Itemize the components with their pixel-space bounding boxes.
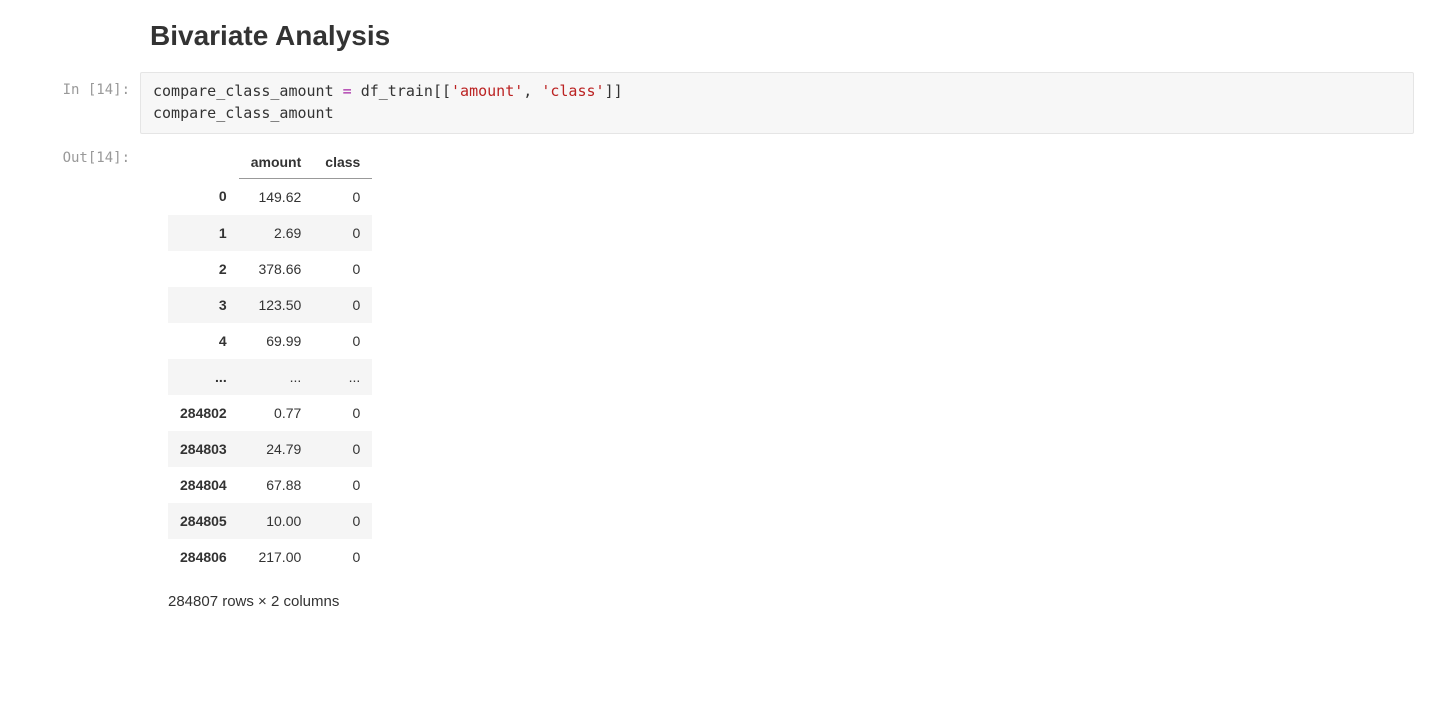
cell-class: 0 bbox=[313, 395, 372, 431]
cell-class: ... bbox=[313, 359, 372, 395]
output-prompt: Out[14]: bbox=[20, 140, 140, 625]
cell-class: 0 bbox=[313, 539, 372, 575]
cell-amount: 378.66 bbox=[239, 251, 314, 287]
table-row: 3 123.50 0 bbox=[168, 287, 372, 323]
row-index: 3 bbox=[168, 287, 239, 323]
input-cell: In [14]: compare_class_amount = df_train… bbox=[20, 72, 1414, 134]
cell-class: 0 bbox=[313, 467, 372, 503]
section-heading: Bivariate Analysis bbox=[150, 20, 1414, 52]
cell-amount: 123.50 bbox=[239, 287, 314, 323]
input-prompt: In [14]: bbox=[20, 72, 140, 134]
notebook: Bivariate Analysis In [14]: compare_clas… bbox=[0, 0, 1434, 651]
dataframe-table: amount class 0 149.62 0 1 2.69 0 bbox=[168, 146, 372, 575]
cell-class: 0 bbox=[313, 251, 372, 287]
table-row-ellipsis: ... ... ... bbox=[168, 359, 372, 395]
table-row: 284804 67.88 0 bbox=[168, 467, 372, 503]
output-cell: Out[14]: amount class 0 149.62 0 bbox=[20, 140, 1414, 625]
table-row: 284803 24.79 0 bbox=[168, 431, 372, 467]
table-row: 1 2.69 0 bbox=[168, 215, 372, 251]
row-index: 284805 bbox=[168, 503, 239, 539]
table-header-class: class bbox=[313, 146, 372, 179]
row-index: 284802 bbox=[168, 395, 239, 431]
code-block: compare_class_amount = df_train[['amount… bbox=[153, 81, 1401, 125]
cell-class: 0 bbox=[313, 431, 372, 467]
cell-amount: 69.99 bbox=[239, 323, 314, 359]
table-row: 2 378.66 0 bbox=[168, 251, 372, 287]
cell-amount: 149.62 bbox=[239, 178, 314, 215]
row-index: 284804 bbox=[168, 467, 239, 503]
cell-amount: 2.69 bbox=[239, 215, 314, 251]
row-index: 1 bbox=[168, 215, 239, 251]
row-index: 0 bbox=[168, 178, 239, 215]
cell-class: 0 bbox=[313, 323, 372, 359]
heading-cell: Bivariate Analysis bbox=[150, 20, 1414, 52]
row-index: 4 bbox=[168, 323, 239, 359]
table-row: 284805 10.00 0 bbox=[168, 503, 372, 539]
table-row: 0 149.62 0 bbox=[168, 178, 372, 215]
cell-amount: 0.77 bbox=[239, 395, 314, 431]
table-row: 284806 217.00 0 bbox=[168, 539, 372, 575]
cell-amount: 24.79 bbox=[239, 431, 314, 467]
cell-amount: ... bbox=[239, 359, 314, 395]
table-row: 4 69.99 0 bbox=[168, 323, 372, 359]
row-index: 284803 bbox=[168, 431, 239, 467]
code-input-area[interactable]: compare_class_amount = df_train[['amount… bbox=[140, 72, 1414, 134]
cell-class: 0 bbox=[313, 215, 372, 251]
table-header-index bbox=[168, 146, 239, 179]
cell-class: 0 bbox=[313, 178, 372, 215]
cell-amount: 10.00 bbox=[239, 503, 314, 539]
cell-amount: 67.88 bbox=[239, 467, 314, 503]
cell-class: 0 bbox=[313, 287, 372, 323]
table-header-row: amount class bbox=[168, 146, 372, 179]
table-header-amount: amount bbox=[239, 146, 314, 179]
row-index: ... bbox=[168, 359, 239, 395]
table-row: 284802 0.77 0 bbox=[168, 395, 372, 431]
cell-amount: 217.00 bbox=[239, 539, 314, 575]
row-index: 2 bbox=[168, 251, 239, 287]
output-area: amount class 0 149.62 0 1 2.69 0 bbox=[140, 140, 1414, 625]
table-footer: 284807 rows × 2 columns bbox=[168, 593, 1414, 610]
cell-class: 0 bbox=[313, 503, 372, 539]
row-index: 284806 bbox=[168, 539, 239, 575]
